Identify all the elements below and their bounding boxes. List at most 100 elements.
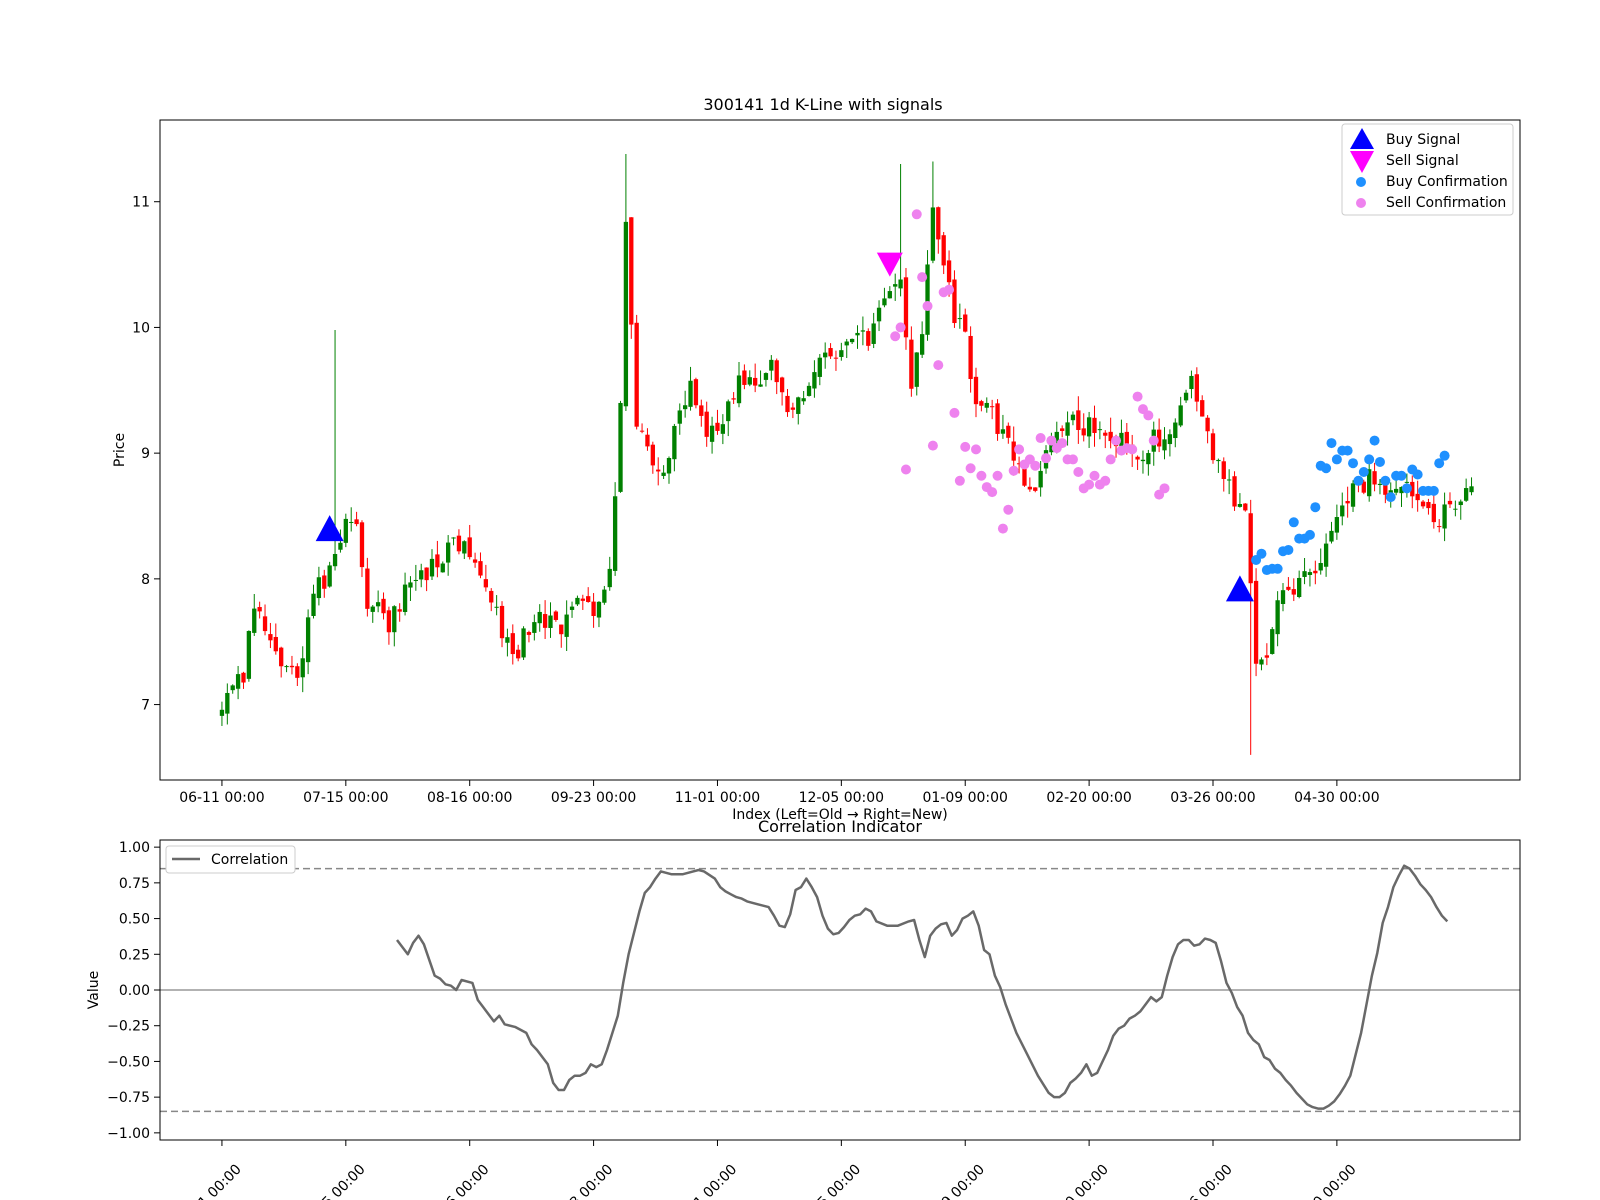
legend-label-correlation: Correlation: [211, 852, 288, 868]
sell-confirmation-point: [1057, 438, 1068, 449]
legend-buy-conf-marker: [1356, 177, 1366, 187]
sell-confirmation-point: [1067, 454, 1078, 465]
candle-body-down: [397, 609, 402, 612]
y-tick-label: −1.00: [107, 1126, 150, 1142]
y-tick-label: 0.25: [119, 947, 150, 963]
figure: 300141 1d K-Line with signals 7 8 9 10 11 06…: [0, 0, 1600, 1200]
sell-confirmation-point: [1148, 435, 1159, 446]
candlestick-legend: Buy Signal Sell Signal Buy Confirmation …: [1341, 123, 1514, 216]
candle-body-down: [478, 561, 483, 576]
candle-body-down: [1420, 501, 1426, 507]
buy-confirmation-point: [1412, 469, 1423, 480]
candle-body-up: [984, 402, 989, 408]
candle-body-up: [349, 521, 354, 523]
candle-body-up: [661, 472, 666, 476]
x-tick-label: 06-11 00:00: [179, 790, 264, 806]
candle-body-up: [677, 410, 682, 424]
sell-confirmation-point: [1132, 391, 1143, 402]
candle-body-up: [402, 584, 408, 613]
candle-body-down: [693, 379, 699, 406]
candle-body-up: [284, 666, 289, 668]
candle-body-up: [564, 614, 569, 637]
candle-body-up: [419, 570, 424, 580]
candle-body-up: [1453, 508, 1458, 510]
candle-body-down: [542, 614, 548, 628]
sell-confirmation-point: [1127, 444, 1138, 455]
candle-body-up: [602, 589, 607, 603]
candle-body-up: [230, 685, 235, 691]
candle-body-up: [612, 496, 618, 571]
candle-body-up: [413, 579, 418, 581]
candle-body-down: [365, 568, 370, 609]
sell-confirmation-point: [960, 441, 971, 452]
candle-body-down: [241, 672, 246, 683]
buy-confirmation-point: [1326, 438, 1337, 449]
x-tick-label: 02-20 00:00: [1046, 790, 1131, 806]
sell-confirmation-point: [1105, 454, 1116, 465]
candle-body-down: [1081, 428, 1086, 436]
candle-body-up: [823, 352, 828, 358]
candle-body-up: [726, 401, 731, 422]
candle-body-up: [1173, 422, 1178, 439]
candle-body-up: [1393, 488, 1399, 493]
candle-body-up: [1458, 501, 1463, 506]
candle-body-down: [1076, 410, 1081, 430]
candle-body-down: [990, 406, 995, 408]
candle-body-down: [1437, 526, 1442, 528]
candle-body-up: [548, 615, 553, 628]
candle-body-up: [440, 563, 445, 573]
candle-body-down: [1431, 503, 1436, 523]
candle-body-down: [941, 235, 946, 266]
candle-body-down: [973, 376, 979, 405]
buy-confirmation-point: [1321, 463, 1332, 474]
candle-body-down: [742, 370, 747, 385]
x-tick-label: 04-30 00:00: [1294, 790, 1379, 806]
candle-body-up: [1275, 600, 1280, 635]
buy-confirmation-point: [1256, 548, 1267, 559]
candle-body-down: [833, 357, 839, 359]
buy-confirmation-point: [1342, 445, 1353, 456]
candle-body-up: [914, 352, 919, 387]
candle-body-up: [817, 357, 822, 377]
candle-body-up: [1140, 459, 1146, 462]
candle-body-up: [812, 372, 817, 389]
candle-body-down: [257, 607, 262, 612]
candle-body-up: [316, 577, 322, 599]
candle-body-down: [289, 665, 295, 668]
candle-body-up: [300, 658, 305, 678]
candle-body-up: [769, 359, 774, 371]
candlestick-title: 300141 1d K-Line with signals: [703, 95, 942, 114]
sell-confirmation-point: [971, 444, 981, 455]
candle-body-down: [1027, 486, 1033, 490]
candle-body-down: [1092, 417, 1097, 433]
candle-body-down: [472, 559, 478, 563]
candle-body-up: [871, 323, 876, 344]
candle-body-down: [262, 616, 268, 632]
x-tick-label: 07-15 00:00: [303, 790, 388, 806]
candle-body-up: [246, 630, 252, 679]
candle-body-up: [839, 350, 844, 357]
candle-body-down: [731, 398, 736, 400]
candle-body-up: [898, 279, 903, 289]
y-tick-label: 8: [141, 572, 150, 588]
candle-body-up: [521, 628, 526, 658]
candle-body-up: [758, 384, 763, 387]
candle-body-down: [995, 403, 1000, 434]
y-tick-label: 0.00: [119, 983, 150, 999]
buy-confirmation-point: [1364, 454, 1375, 465]
candle-body-up: [930, 207, 936, 261]
candle-body-down: [645, 434, 650, 447]
candle-body-down: [591, 601, 596, 617]
candle-body-down: [779, 377, 785, 393]
sell-confirmation-point: [1003, 504, 1014, 515]
y-tick-label: 0.75: [119, 876, 150, 892]
candle-body-up: [1340, 505, 1345, 517]
candle-body-up: [1404, 481, 1410, 483]
sell-confirmation-point: [997, 523, 1008, 534]
candle-body-down: [273, 636, 278, 652]
candle-body-down: [1345, 501, 1350, 504]
candle-body-up: [1302, 571, 1307, 577]
candle-body-up: [1377, 483, 1383, 486]
buy-confirmation-point: [1401, 483, 1412, 494]
candle-body-up: [666, 457, 672, 474]
